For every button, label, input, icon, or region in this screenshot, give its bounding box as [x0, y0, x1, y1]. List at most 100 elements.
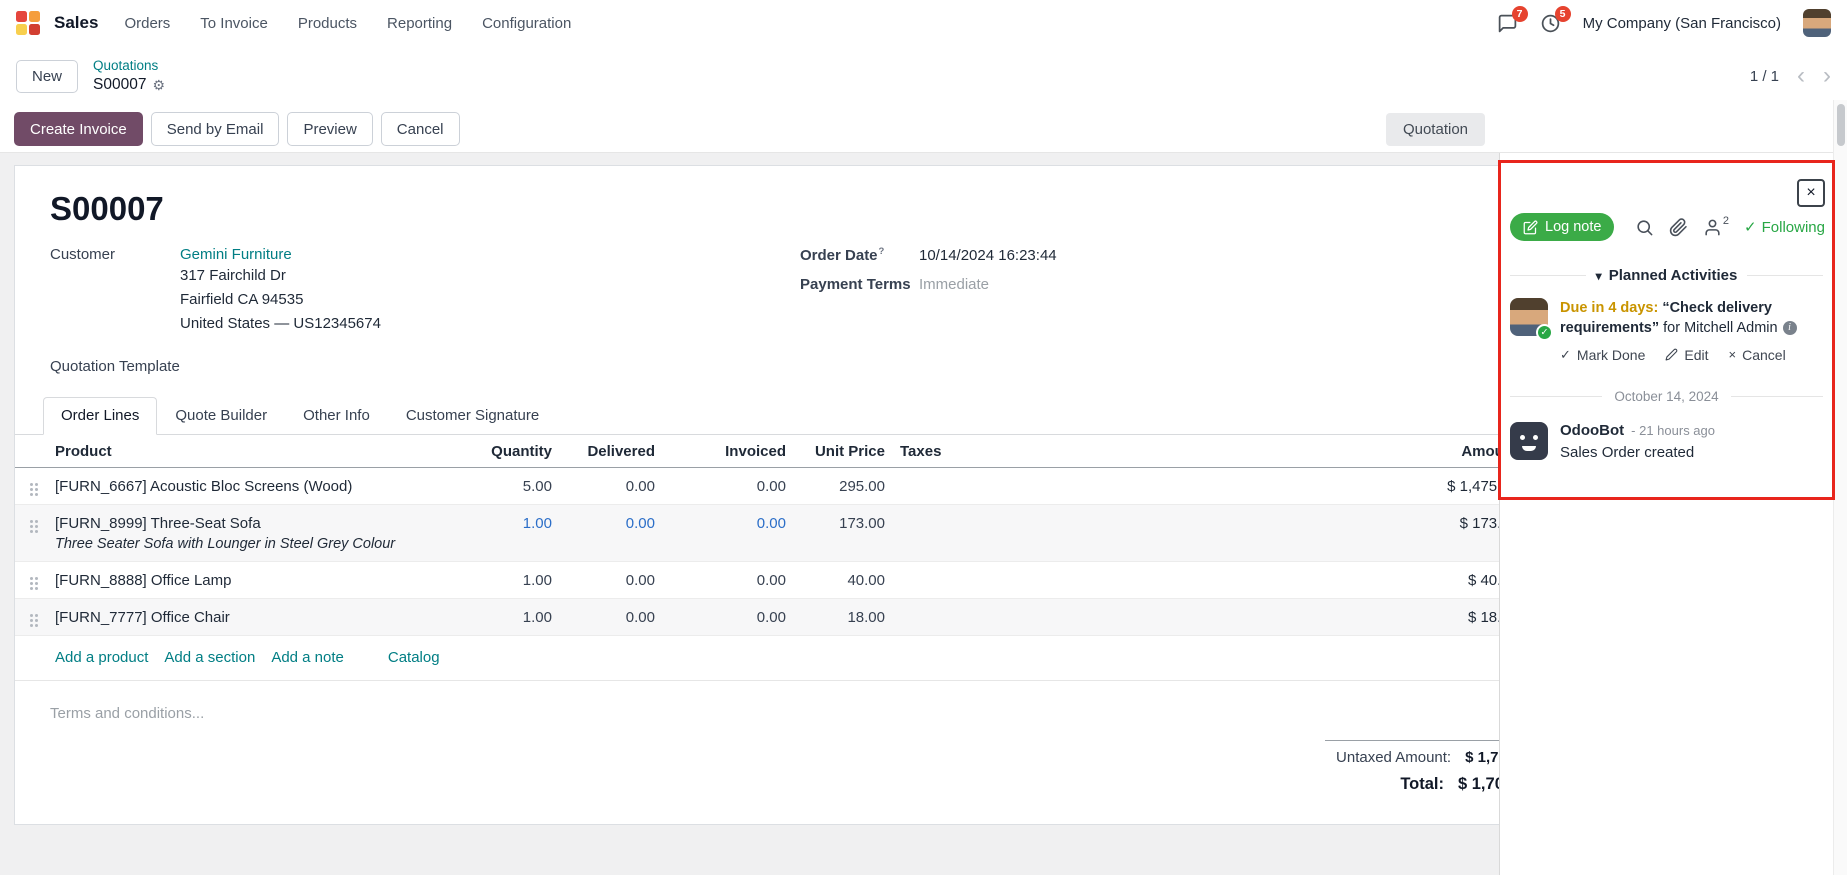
- menu-reporting[interactable]: Reporting: [387, 15, 452, 32]
- chevron-right-icon[interactable]: ›: [1823, 64, 1831, 88]
- order-date-field[interactable]: 10/14/2024 16:23:44: [919, 247, 1057, 264]
- product-cell[interactable]: [FURN_7777] Office Chair: [51, 609, 455, 626]
- add-note-link[interactable]: Add a note: [271, 649, 344, 666]
- delivered-cell[interactable]: 0.00: [552, 572, 655, 589]
- quantity-cell[interactable]: 1.00: [455, 572, 552, 589]
- vertical-scrollbar[interactable]: [1833, 100, 1847, 875]
- drag-handle-icon[interactable]: [15, 572, 51, 580]
- catalog-link[interactable]: Catalog: [388, 649, 440, 666]
- tab-other-info[interactable]: Other Info: [285, 397, 388, 435]
- close-icon: ×: [1806, 184, 1815, 202]
- followers-icon[interactable]: 2: [1703, 218, 1729, 237]
- order-line-row[interactable]: [FURN_8999] Three-Seat Sofa Three Seater…: [15, 505, 1499, 562]
- table-header: Product Quantity Delivered Invoiced Unit…: [15, 435, 1499, 468]
- preview-button[interactable]: Preview: [287, 112, 372, 146]
- action-button-bar: Create Invoice Send by Email Preview Can…: [0, 106, 1847, 153]
- menu-configuration[interactable]: Configuration: [482, 15, 571, 32]
- menu-orders[interactable]: Orders: [124, 15, 170, 32]
- following-toggle[interactable]: ✓ Following: [1744, 218, 1825, 236]
- invoiced-cell[interactable]: 0.00: [655, 572, 786, 589]
- scrollbar-thumb[interactable]: [1837, 104, 1845, 146]
- col-invoiced[interactable]: Invoiced: [655, 443, 786, 460]
- order-line-row[interactable]: [FURN_8888] Office Lamp 1.00 0.00 0.00 4…: [15, 562, 1499, 599]
- unit-price-cell[interactable]: 18.00: [786, 609, 885, 626]
- quantity-cell[interactable]: 5.00: [455, 478, 552, 495]
- product-description[interactable]: Three Seater Sofa with Lounger in Steel …: [55, 536, 455, 552]
- col-quantity[interactable]: Quantity: [455, 443, 552, 460]
- gear-icon[interactable]: ⚙: [152, 76, 165, 94]
- drag-handle-icon[interactable]: [15, 478, 51, 486]
- close-chatter-button[interactable]: ×: [1797, 179, 1825, 207]
- apps-menu-icon[interactable]: [16, 11, 40, 35]
- planned-activities-toggle[interactable]: ▾ Planned Activities: [1596, 267, 1738, 284]
- tab-quote-builder[interactable]: Quote Builder: [157, 397, 285, 435]
- info-icon[interactable]: i: [1783, 321, 1797, 335]
- quantity-cell[interactable]: 1.00: [455, 609, 552, 626]
- add-product-link[interactable]: Add a product: [55, 649, 148, 666]
- add-section-link[interactable]: Add a section: [164, 649, 255, 666]
- amount-cell: $ 18.00: [1020, 609, 1499, 626]
- col-taxes[interactable]: Taxes: [885, 443, 1020, 460]
- customer-address-line: Fairfield CA 94535: [180, 289, 381, 311]
- status-badge[interactable]: Quotation: [1386, 113, 1485, 146]
- payment-terms-field[interactable]: Immediate: [919, 276, 989, 293]
- tab-order-lines[interactable]: Order Lines: [43, 397, 157, 435]
- log-note-button[interactable]: Log note: [1510, 213, 1614, 241]
- col-delivered[interactable]: Delivered: [552, 443, 655, 460]
- chevron-left-icon[interactable]: ‹: [1797, 64, 1805, 88]
- new-button[interactable]: New: [16, 60, 78, 93]
- customer-link[interactable]: Gemini Furniture: [180, 246, 381, 263]
- message-author[interactable]: OdooBot: [1560, 422, 1624, 439]
- app-name[interactable]: Sales: [54, 13, 98, 33]
- product-cell[interactable]: [FURN_6667] Acoustic Bloc Screens (Wood): [51, 478, 455, 495]
- search-messages-icon[interactable]: [1635, 218, 1654, 237]
- drag-handle-icon[interactable]: [15, 609, 51, 617]
- help-icon[interactable]: ?: [879, 246, 885, 257]
- notebook-tabs: Order Lines Quote Builder Other Info Cus…: [15, 397, 1499, 435]
- invoiced-cell[interactable]: 0.00: [655, 609, 786, 626]
- cancel-activity-button[interactable]: × Cancel: [1729, 347, 1786, 363]
- create-invoice-button[interactable]: Create Invoice: [14, 112, 143, 146]
- tab-customer-signature[interactable]: Customer Signature: [388, 397, 557, 435]
- delivered-cell[interactable]: 0.00: [552, 515, 655, 532]
- attachments-icon[interactable]: [1669, 218, 1688, 237]
- col-amount[interactable]: Amount: [1020, 443, 1499, 460]
- company-switcher[interactable]: My Company (San Francisco): [1583, 15, 1781, 32]
- apps-grid-square: [29, 24, 40, 35]
- pencil-icon: [1665, 348, 1678, 361]
- delivered-cell[interactable]: 0.00: [552, 478, 655, 495]
- order-line-row[interactable]: [FURN_6667] Acoustic Bloc Screens (Wood)…: [15, 468, 1499, 505]
- quantity-cell[interactable]: 1.00: [455, 515, 552, 532]
- breadcrumb-quotations-link[interactable]: Quotations: [93, 57, 165, 75]
- product-cell[interactable]: [FURN_8999] Three-Seat Sofa: [55, 515, 455, 532]
- table-footer-links: Add a product Add a section Add a note C…: [15, 636, 1499, 681]
- col-unit-price[interactable]: Unit Price: [786, 443, 885, 460]
- activities-clock-icon[interactable]: 5: [1540, 13, 1561, 34]
- cancel-button[interactable]: Cancel: [381, 112, 460, 146]
- terms-and-conditions-field[interactable]: Terms and conditions...: [50, 705, 1499, 722]
- amount-cell: $ 1,475.00: [1020, 478, 1499, 495]
- menu-to-invoice[interactable]: To Invoice: [200, 15, 268, 32]
- delivered-cell[interactable]: 0.00: [552, 609, 655, 626]
- untaxed-amount-value: $ 1,706.00: [1465, 749, 1499, 766]
- breadcrumb-current-label: S00007: [93, 75, 146, 95]
- col-product[interactable]: Product: [51, 443, 455, 460]
- order-line-row[interactable]: [FURN_7777] Office Chair 1.00 0.00 0.00 …: [15, 599, 1499, 636]
- drag-handle-icon[interactable]: [15, 515, 51, 523]
- messages-badge: 7: [1512, 6, 1528, 22]
- send-by-email-button[interactable]: Send by Email: [151, 112, 280, 146]
- product-cell[interactable]: [FURN_8888] Office Lamp: [51, 572, 455, 589]
- menu-products[interactable]: Products: [298, 15, 357, 32]
- mark-done-button[interactable]: ✓ Mark Done: [1560, 347, 1645, 363]
- activity-actions: ✓ Mark Done Edit × Cancel: [1560, 347, 1823, 363]
- user-avatar[interactable]: [1803, 9, 1831, 37]
- invoiced-cell[interactable]: 0.00: [655, 515, 786, 532]
- unit-price-cell[interactable]: 295.00: [786, 478, 885, 495]
- messages-icon[interactable]: 7: [1497, 13, 1518, 34]
- unit-price-cell[interactable]: 173.00: [786, 515, 885, 532]
- unit-price-cell[interactable]: 40.00: [786, 572, 885, 589]
- planned-activities-header: ▾ Planned Activities: [1510, 267, 1823, 284]
- edit-activity-button[interactable]: Edit: [1665, 347, 1708, 363]
- breadcrumb: Quotations S00007 ⚙: [93, 57, 165, 95]
- invoiced-cell[interactable]: 0.00: [655, 478, 786, 495]
